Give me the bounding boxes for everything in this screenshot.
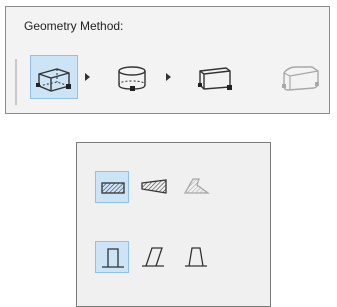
- slanted-wall-icon: [142, 247, 164, 267]
- box-method-button[interactable]: [30, 55, 78, 99]
- profile-options-panel: [76, 142, 271, 307]
- geometry-method-panel: Geometry Method:: [5, 6, 330, 114]
- slanted-box-method-button[interactable]: [192, 55, 238, 99]
- vertical-wall-icon: [102, 248, 124, 268]
- box-geometry-icon: [36, 68, 71, 92]
- box-method-submenu-arrow[interactable]: [85, 73, 90, 81]
- rounded-box-method-button[interactable]: [274, 55, 324, 99]
- trapezoid-wall-button[interactable]: [179, 241, 213, 273]
- straight-profile-button[interactable]: [95, 171, 129, 203]
- tapered-profile-button[interactable]: [137, 171, 171, 203]
- rounded-box-geometry-icon: [282, 66, 319, 91]
- trapezoid-wall-icon: [185, 247, 207, 267]
- hatched-angled-shape-icon: [183, 178, 210, 194]
- cylinder-method-button[interactable]: [112, 55, 158, 99]
- panel-divider: [15, 59, 17, 105]
- slanted-box-geometry-icon: [198, 67, 232, 90]
- vertical-wall-button[interactable]: [95, 241, 129, 273]
- cylinder-geometry-icon: [118, 66, 146, 91]
- geometry-method-label: Geometry Method:: [24, 19, 124, 33]
- angled-profile-button[interactable]: [179, 171, 213, 203]
- slanted-wall-button[interactable]: [137, 241, 171, 273]
- hatched-rectangle-icon: [101, 182, 125, 194]
- cylinder-method-submenu-arrow[interactable]: [166, 73, 171, 81]
- hatched-trapezoid-icon: [141, 179, 167, 194]
